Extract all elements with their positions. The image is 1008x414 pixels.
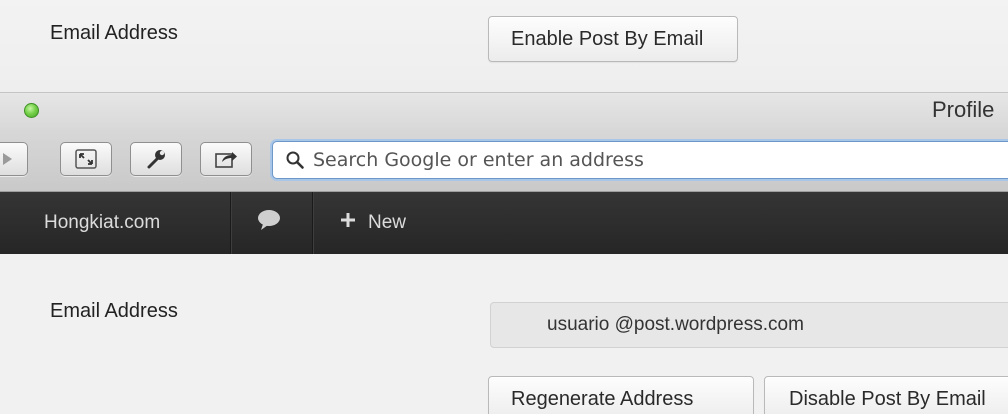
zoom-window-button[interactable] [24,103,39,118]
bottom-settings-section: Email Address usuario @post.wordpress.co… [0,254,1008,414]
admin-bar-divider [230,192,231,254]
forward-button[interactable] [0,142,28,176]
enable-post-by-email-button[interactable]: Enable Post By Email [488,16,738,62]
share-button[interactable] [200,142,252,176]
wordpress-admin-bar: Hongkiat.com New [0,192,1008,254]
admin-bar-divider [312,192,313,254]
site-name-label: Hongkiat.com [44,212,161,233]
window-titlebar: Profile [0,92,1008,128]
email-address-label: Email Address [50,22,178,44]
address-search-input[interactable] [313,149,1008,171]
forward-icon [0,151,14,167]
regenerate-address-button[interactable]: Regenerate Address [488,376,754,414]
screenshot-stage: Email Address Enable Post By Email Profi… [0,0,1008,414]
new-label: New [368,212,407,233]
address-bar[interactable] [272,141,1008,179]
tools-button[interactable] [130,142,182,176]
top-settings-section: Email Address Enable Post By Email [0,0,1008,92]
plus-icon [340,212,356,234]
search-icon [285,149,307,171]
admin-bar-site-link[interactable]: Hongkiat.com [44,192,160,254]
browser-toolbar [0,128,1008,192]
share-icon [214,148,238,170]
post-by-email-address-field: usuario @post.wordpress.com [490,302,1008,348]
disable-post-by-email-button[interactable]: Disable Post By Email [764,376,1008,414]
admin-bar-comments-link[interactable] [256,192,282,254]
email-address-value: usuario @post.wordpress.com [547,314,804,335]
admin-bar-new-link[interactable]: New [340,192,406,254]
window-title: Profile [932,97,995,122]
email-address-label: Email Address [50,300,178,322]
fullscreen-icon [74,148,98,170]
speech-bubble-icon [256,209,282,237]
wrench-icon [145,148,167,170]
fullscreen-button[interactable] [60,142,112,176]
